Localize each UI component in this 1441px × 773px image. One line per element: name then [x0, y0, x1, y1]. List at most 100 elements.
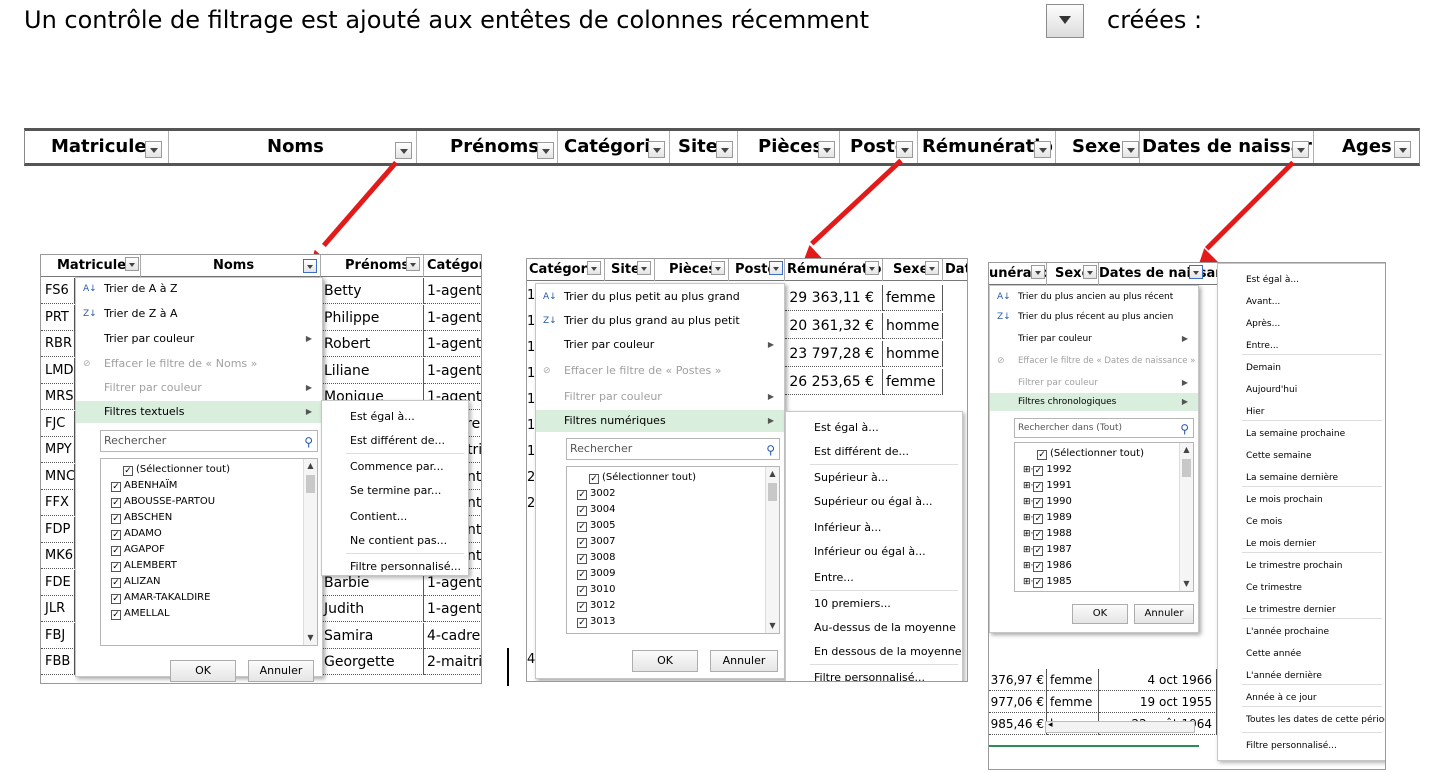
checkbox-icon[interactable]: ✓: [111, 562, 121, 572]
submenu-item[interactable]: Est différent de...: [786, 440, 962, 464]
list-item[interactable]: ✓ AMAR-TAKALDIRE: [111, 590, 210, 606]
filter-dropdown-button[interactable]: [818, 141, 835, 158]
list-item[interactable]: ✓ ADAMO: [111, 526, 162, 542]
list-item[interactable]: ✓ 3004: [577, 502, 615, 518]
expand-icon[interactable]: ⊞·: [1023, 561, 1033, 571]
list-item[interactable]: ⊞·✓ 1990: [1023, 494, 1072, 510]
submenu-item[interactable]: Commence par...: [322, 455, 468, 479]
submenu-item[interactable]: Ce mois: [1218, 510, 1385, 534]
submenu-item[interactable]: Se termine par...: [322, 479, 468, 503]
search-input[interactable]: Rechercher ⚲: [566, 438, 780, 460]
list-item[interactable]: ✓ ABSCHEN: [111, 510, 172, 526]
filter-dropdown-button[interactable]: [145, 141, 162, 158]
list-item[interactable]: ✓ 3013: [577, 614, 615, 630]
checkbox-icon[interactable]: ✓: [577, 538, 587, 548]
submenu-item[interactable]: La semaine prochaine: [1218, 422, 1385, 446]
sort-az-item[interactable]: A↓ Trier de A à Z: [76, 278, 322, 300]
list-item[interactable]: ⊞·✓ 1989: [1023, 510, 1072, 526]
sort-by-color-item[interactable]: Trier par couleur ▶: [990, 328, 1198, 350]
submenu-item[interactable]: Ne contient pas...: [322, 529, 468, 553]
filter-dropdown-button[interactable]: [716, 141, 733, 158]
filter-dropdown-button[interactable]: [1292, 141, 1309, 158]
checkbox-icon[interactable]: ✓: [1033, 530, 1044, 540]
submenu-item[interactable]: Aujourd'hui: [1218, 378, 1385, 402]
checkbox-icon[interactable]: ✓: [1033, 514, 1044, 524]
checkbox-icon[interactable]: ✓: [111, 546, 121, 556]
checkbox-icon[interactable]: ✓: [111, 594, 121, 604]
expand-icon[interactable]: ⊞·: [1023, 545, 1033, 555]
ok-button[interactable]: OK: [170, 660, 236, 682]
expand-icon[interactable]: ⊞·: [1023, 465, 1033, 475]
checkbox-icon[interactable]: ✓: [1033, 482, 1044, 492]
sort-by-color-item[interactable]: Trier par couleur ▶: [76, 328, 322, 350]
list-item[interactable]: ✓ 3008: [577, 550, 615, 566]
checkbox-icon[interactable]: ✓: [1033, 498, 1044, 508]
list-item[interactable]: ✓ 3005: [577, 518, 615, 534]
list-item[interactable]: ✓ ABOUSSE-PARTOU: [111, 494, 215, 510]
expand-icon[interactable]: ⊞·: [1023, 481, 1033, 491]
list-item[interactable]: ⊞·✓ 1991: [1023, 478, 1072, 494]
sort-descending-item[interactable]: Z↓ Trier du plus grand au plus petit: [536, 310, 784, 332]
filter-dropdown-button[interactable]: [1031, 265, 1045, 279]
checkbox-icon[interactable]: ✓: [577, 570, 587, 580]
filter-dropdown-button[interactable]: [711, 261, 725, 275]
filter-dropdown-button[interactable]: [406, 257, 420, 271]
submenu-item[interactable]: Entre...: [786, 566, 962, 590]
expand-icon[interactable]: ⊞·: [1023, 529, 1033, 539]
sort-newest-item[interactable]: Z↓ Trier du plus récent au plus ancien: [990, 306, 1198, 328]
sort-oldest-item[interactable]: A↓ Trier du plus ancien au plus récent: [990, 286, 1198, 308]
checkbox-icon[interactable]: ✓: [577, 506, 587, 516]
filter-dropdown-button[interactable]: [637, 261, 651, 275]
list-item[interactable]: ⊞·✓ 1987: [1023, 542, 1072, 558]
submenu-item[interactable]: Cette année: [1218, 642, 1385, 666]
filter-dropdown-button[interactable]: [1034, 141, 1051, 158]
value-list[interactable]: ▲ ▼ ✓ (Sélectionner tout) ✓ ABENHAÏM ✓ ABOUSSE…: [100, 458, 318, 646]
list-item[interactable]: ✓ 3002: [577, 486, 615, 502]
list-item[interactable]: ✓ ALIZAN: [111, 574, 161, 590]
checkbox-icon[interactable]: ✓: [1033, 562, 1044, 572]
list-item[interactable]: ✓ ALEMBERT: [111, 558, 177, 574]
filter-dropdown-button[interactable]: [1394, 141, 1411, 158]
submenu-item[interactable]: Demain: [1218, 356, 1385, 380]
filter-dropdown-button[interactable]: [1122, 141, 1139, 158]
expand-icon[interactable]: ⊞·: [1023, 577, 1033, 587]
sort-ascending-item[interactable]: A↓ Trier du plus petit au plus grand: [536, 286, 784, 308]
submenu-item[interactable]: Supérieur à...: [786, 466, 962, 490]
checkbox-icon[interactable]: ✓: [577, 522, 587, 532]
date-filters-item[interactable]: Filtres chronologiques ▶: [990, 393, 1198, 411]
list-item[interactable]: ✓ AGAPOF: [111, 542, 165, 558]
list-item[interactable]: ✓ ABENHAÏM: [111, 478, 177, 494]
checkbox-icon[interactable]: ✓: [577, 490, 587, 500]
submenu-item[interactable]: L'année prochaine: [1218, 620, 1385, 644]
checkbox-icon[interactable]: ✓: [1033, 466, 1044, 476]
scrollbar[interactable]: ▲ ▼: [1179, 443, 1193, 591]
horizontal-scrollbar[interactable]: ◂: [1045, 720, 1195, 733]
submenu-item[interactable]: Contient...: [322, 505, 468, 529]
submenu-item[interactable]: En dessous de la moyenne: [786, 640, 962, 664]
list-item[interactable]: ⊞·✓ 1986: [1023, 558, 1072, 574]
submenu-item[interactable]: Filtre personnalisé...: [1218, 734, 1385, 758]
expand-icon[interactable]: ⊞·: [1023, 513, 1033, 523]
list-item[interactable]: ⊞·✓1984: [1023, 590, 1072, 591]
filter-dropdown-button[interactable]: [1189, 265, 1203, 279]
list-item[interactable]: ✓ (Sélectionner tout): [589, 470, 696, 486]
cancel-button[interactable]: Annuler: [1134, 604, 1194, 624]
list-item[interactable]: ✓ 3009: [577, 566, 615, 582]
scrollbar[interactable]: ▲ ▼: [765, 467, 779, 633]
submenu-item[interactable]: Avant...: [1218, 290, 1385, 314]
list-item[interactable]: ✓ 3007: [577, 534, 615, 550]
filter-dropdown-button[interactable]: [587, 261, 601, 275]
value-list[interactable]: ▲ ▼ ✓ (Sélectionner tout) ✓ 3002 ✓ 3004 ✓ 3005 ✓ 3…: [566, 466, 780, 634]
filter-dropdown-button[interactable]: [395, 142, 412, 159]
checkbox-icon[interactable]: ✓: [111, 578, 121, 588]
submenu-item[interactable]: Inférieur ou égal à...: [786, 540, 962, 564]
checkbox-icon[interactable]: ✓: [111, 610, 121, 620]
value-list[interactable]: ▲ ▼ ✓ (Sélectionner tout) ⊞·✓ 1992 ⊞·✓ 1991 ⊞·✓…: [1014, 442, 1194, 592]
list-item[interactable]: ✓ 3010: [577, 582, 615, 598]
list-item[interactable]: ⊞·✓ 1992: [1023, 462, 1072, 478]
ok-button[interactable]: OK: [1072, 604, 1128, 624]
submenu-item[interactable]: Est égal à...: [1218, 268, 1385, 292]
filter-dropdown-button[interactable]: [925, 261, 939, 275]
submenu-item[interactable]: Supérieur ou égal à...: [786, 490, 962, 514]
ok-button[interactable]: OK: [632, 650, 698, 672]
